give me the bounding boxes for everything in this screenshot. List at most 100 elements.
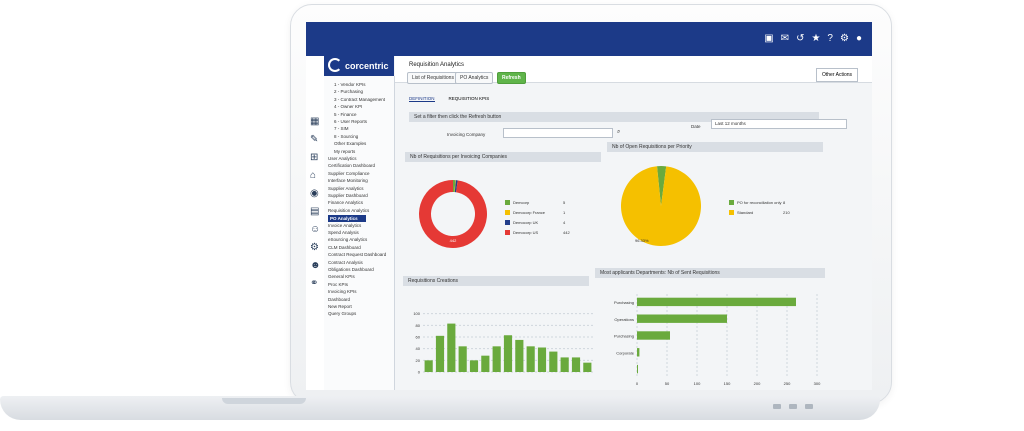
sidebar-item[interactable]: My reports [334,149,355,154]
date-select[interactable]: Last 12 months [711,119,847,129]
sidebar-item[interactable]: 3 - Contract Management [334,97,385,102]
brand-logo: corcentric [324,56,394,76]
bar-chart-departments: 0 50 100 150 200 250 300 Purchasing Operations Pu… [614,294,821,386]
bar [469,360,479,372]
list-requisitions-button[interactable]: List of Requisitions [407,72,459,84]
sidebar-item[interactable]: eSourcing Analytics [328,237,367,242]
people-icon[interactable]: ☻ [310,260,321,271]
pie-chart-priority: 96.33% [621,166,701,246]
search-icon[interactable]: ⌕ [617,129,620,136]
icon-rail: ▦ ✎ ⊞ ⌂ ◉ ▤ ☺ ⚙ ☻ ⚭ [306,56,325,390]
tab-definition[interactable]: DEFINITION [409,96,435,102]
mail-icon[interactable]: ✉ [781,33,789,45]
sidebar-item[interactable]: New Report [328,304,352,309]
sidebar-item[interactable]: Dashboard [328,297,350,302]
sidebar-item[interactable]: Obligations Dashboard [328,267,374,272]
legend-item: Demcorp [505,200,529,205]
sidebar-item[interactable]: Supplier Analytics [328,186,364,191]
legend-value: 4 [563,220,566,225]
legend-swatch [729,210,734,215]
legend-label: Democorp US [513,230,539,235]
other-actions-button[interactable]: Other Actions [815,68,858,82]
y-tick-label: 60 [416,335,421,340]
sidebar-item[interactable]: Invoicing KPIs [328,289,357,294]
bar [503,335,513,372]
sidebar-item[interactable]: Supplier Dashboard [328,193,368,198]
refresh-button[interactable]: Refresh [497,72,526,84]
sidebar-item[interactable]: Supplier Compliance [328,171,370,176]
port-icon [805,404,813,409]
legend-item: PO for reconciliation only [729,200,781,205]
pie2-center-label: 96.33% [635,238,649,243]
base-ports [773,404,813,409]
bar [571,357,581,372]
sidebar-item[interactable]: Certification Dashboard [328,163,375,168]
history-icon[interactable]: ↺ [796,33,804,45]
sidebar-item[interactable]: 2 - Purchasing [334,89,363,94]
sidebar-item[interactable]: 1 - Vendor KPIs [334,82,366,87]
donut1-center-label: 442 [450,238,457,243]
panel-creations-title: Requisitions Creations [408,278,459,284]
sidebar-item[interactable]: General KPIs [328,274,355,279]
sidebar-item[interactable]: Finance Analytics [328,200,363,205]
filter-header-text: Set a filter then click the Refresh butt… [414,114,502,120]
sidebar-item[interactable]: Contract Request Dashboard [328,252,386,257]
sidebar-item[interactable]: PO Analytics [328,215,366,223]
sidebar-item[interactable]: Other Examples [334,141,366,146]
sidebar-item[interactable]: User Analytics [328,156,357,161]
x-tick-label: 0 [636,381,639,386]
x-tick-label: 100 [694,381,701,386]
bar [637,348,640,357]
panel-nb-req-header: Nb of Requisitions per Invoicing Compani… [405,152,601,162]
bar [637,297,796,307]
legend-item: Democorp France [505,210,545,215]
doc-icon[interactable]: ▤ [310,206,319,217]
grid-icon[interactable]: ▦ [310,116,319,127]
legend-item: Standard [729,210,753,215]
sidebar-item[interactable]: 8 - Sourcing [334,134,358,139]
bell-icon[interactable]: ◉ [310,188,319,199]
sidebar-item[interactable]: Interface Monitoring [328,178,368,183]
po-analytics-button[interactable]: PO Analytics [455,72,494,84]
legend-value: 442 [563,230,570,235]
sidebar-item[interactable]: Spend Analysis [328,230,359,235]
users-icon[interactable]: ☺ [310,224,320,235]
date-label: Date [691,124,701,129]
settings-icon[interactable]: ⚙ [310,242,319,253]
sidebar-item[interactable]: Query Groups [328,311,356,316]
bar [424,360,433,372]
cart-icon[interactable]: ⊞ [310,152,318,163]
bar [526,346,535,372]
bar [637,364,638,374]
category-label: Corporate [616,350,635,355]
help-icon[interactable]: ? [827,33,833,45]
port-icon [773,404,781,409]
star-icon[interactable]: ★ [811,33,820,45]
chat-icon[interactable]: ▣ [764,33,773,45]
tab-requisition-kpis[interactable]: REQUISITION KPIS [449,96,490,102]
sidebar-item[interactable]: 4 - Owner KPI [334,104,362,109]
sidebar-item[interactable]: Requisition Analytics [328,208,369,213]
sidebar-item[interactable]: CLM Dashboard [328,245,361,250]
legend-value: 210 [783,210,790,215]
invoicing-company-select[interactable] [503,128,613,138]
sidebar-item[interactable]: Proc KPIs [328,282,348,287]
legend-swatch [505,210,510,215]
home-icon[interactable]: ⌂ [310,170,316,181]
bar [435,335,445,372]
sidebar-tree: 1 - Vendor KPIs 2 - Purchasing 3 - Contrac… [324,76,395,390]
sidebar-item[interactable]: 7 - SIM [334,126,349,131]
edit-icon[interactable]: ✎ [310,134,318,145]
page-title: Requisition Analytics [409,62,465,68]
panel-nb-open-header: Nb of Open Requisitions per Priority [607,142,823,152]
user-icon[interactable]: ● [856,33,862,45]
y-tick-label: 40 [416,346,421,351]
sidebar-item[interactable]: 6 - User Reports [334,119,367,124]
y-tick-label: 0 [418,370,421,375]
sidebar-item[interactable]: 5 - Finance [334,112,357,117]
gear-icon[interactable]: ⚙ [840,33,849,45]
legend-swatch [505,200,510,205]
sidebar-item[interactable]: Contract Analysis [328,260,363,265]
sidebar-item[interactable]: Invoice Analytics [328,223,361,228]
share-icon[interactable]: ⚭ [310,278,318,289]
